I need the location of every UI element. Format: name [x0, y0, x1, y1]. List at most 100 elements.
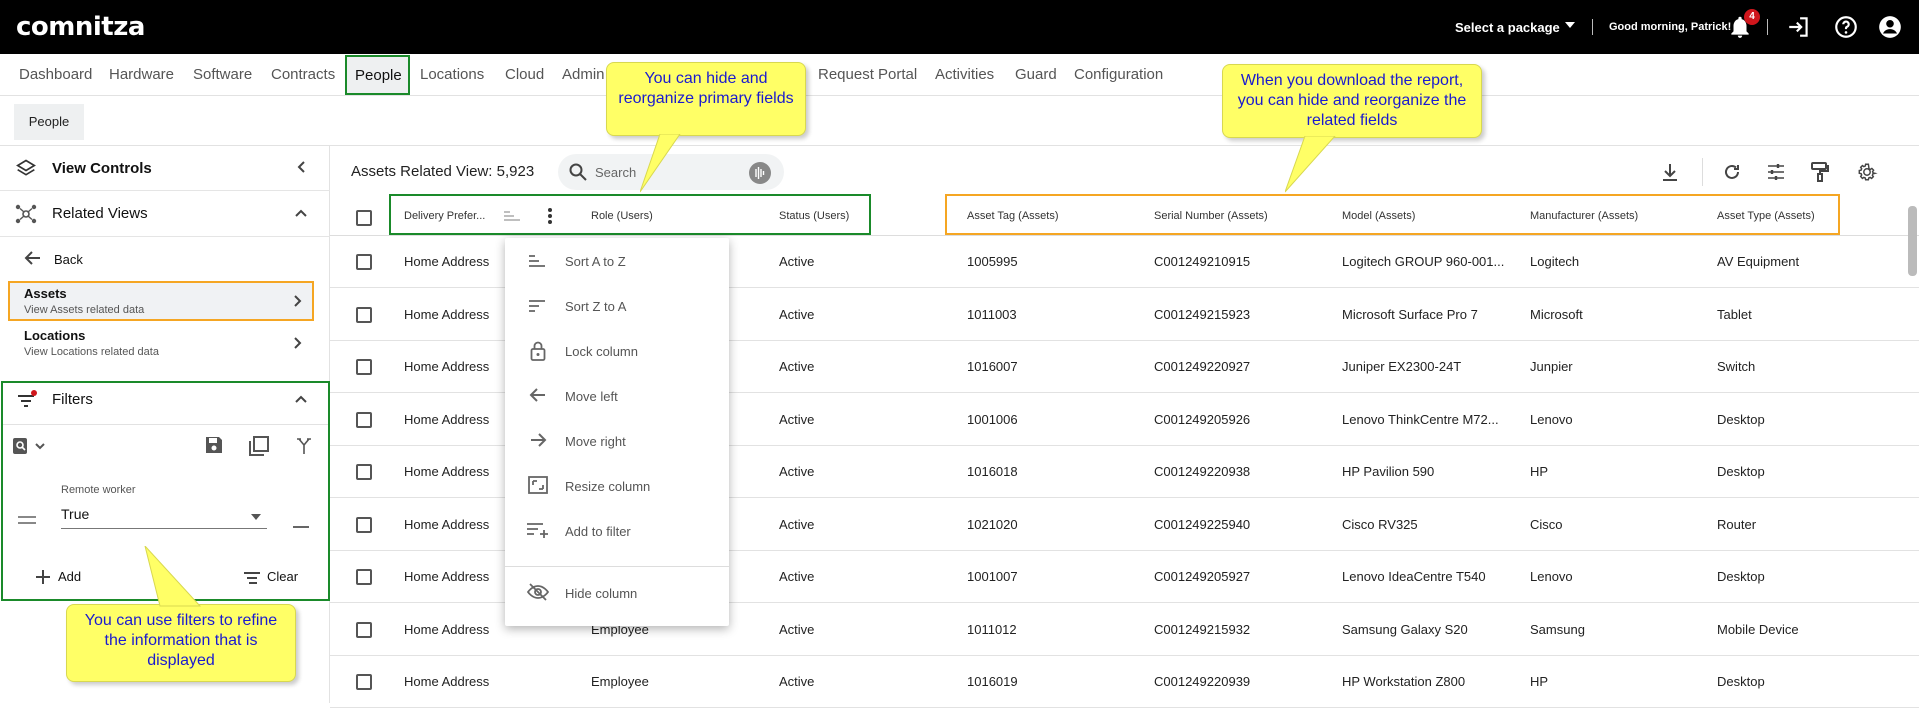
- column-header-role[interactable]: Role (Users): [591, 210, 653, 222]
- sort-icon[interactable]: [504, 209, 520, 227]
- menu-item-sort-z-a[interactable]: Sort Z to A: [505, 286, 729, 331]
- menu-item-lock[interactable]: Lock column: [505, 331, 729, 376]
- package-selector[interactable]: Select a package: [1455, 20, 1560, 35]
- row-checkbox[interactable]: [356, 621, 372, 638]
- row-checkbox[interactable]: [356, 306, 372, 323]
- row-checkbox[interactable]: [356, 569, 372, 585]
- menu-label: Resize column: [565, 479, 651, 494]
- drag-handle-icon[interactable]: [18, 512, 36, 530]
- filter-field-select[interactable]: True: [61, 506, 89, 522]
- voice-search-icon[interactable]: [749, 162, 771, 184]
- collapse-left-icon[interactable]: [296, 160, 308, 177]
- row-checkbox[interactable]: [356, 674, 372, 690]
- cell-serial: C001249225940: [1154, 516, 1251, 532]
- nav-locations[interactable]: Locations: [420, 66, 484, 83]
- row-checkbox[interactable]: [356, 359, 372, 375]
- related-views-title: Related Views: [52, 205, 148, 222]
- saved-search-icon[interactable]: [12, 436, 52, 461]
- download-icon[interactable]: [1660, 162, 1680, 187]
- copy-icon[interactable]: [248, 435, 270, 462]
- fork-icon[interactable]: [296, 435, 312, 460]
- sort-desc-icon: [527, 296, 549, 318]
- app-logo[interactable]: comnitza: [16, 12, 145, 42]
- cell-model: Cisco RV325: [1342, 516, 1418, 532]
- row-checkbox[interactable]: [356, 254, 372, 270]
- cell-manufacturer: HP: [1530, 464, 1549, 479]
- menu-item-resize[interactable]: Resize column: [505, 466, 729, 511]
- notification-badge: 4: [1744, 9, 1760, 25]
- row-checkbox[interactable]: [356, 411, 372, 428]
- logout-icon[interactable]: [1786, 14, 1812, 40]
- help-icon[interactable]: [1833, 14, 1859, 40]
- cell-asset-type: Desktop: [1717, 674, 1765, 689]
- cell-serial: C001249205927: [1154, 569, 1251, 584]
- cell-status: Active: [779, 464, 815, 479]
- nav-configuration[interactable]: Configuration: [1074, 66, 1163, 83]
- nav-people-label: People: [355, 67, 402, 84]
- arrow-right-icon: [527, 431, 549, 453]
- chevron-right-icon[interactable]: [292, 336, 302, 353]
- arrow-left-icon[interactable]: [24, 250, 42, 271]
- chevron-down-icon[interactable]: [1565, 22, 1575, 28]
- filter-icon: [16, 390, 38, 415]
- cell-manufacturer: Cisco: [1530, 516, 1563, 532]
- menu-item-hide[interactable]: Hide column: [505, 573, 729, 618]
- tab-people[interactable]: People: [14, 104, 84, 140]
- nav-request-portal[interactable]: Request Portal: [818, 66, 917, 83]
- nav-admin[interactable]: Admin: [562, 66, 605, 83]
- select-all-checkbox[interactable]: [356, 210, 372, 226]
- cell-delivery: Home Address: [404, 306, 490, 322]
- plus-icon[interactable]: [36, 570, 50, 589]
- sub-nav: [0, 96, 1919, 146]
- nav-contracts[interactable]: Contracts: [271, 66, 335, 83]
- back-link[interactable]: Back: [54, 252, 83, 267]
- related-views-row[interactable]: [0, 191, 330, 237]
- clear-icon[interactable]: [244, 571, 260, 589]
- tune-icon[interactable]: [1766, 162, 1786, 187]
- row-checkbox[interactable]: [356, 464, 372, 480]
- nav-activities[interactable]: Activities: [935, 66, 994, 83]
- paint-roller-icon[interactable]: [1810, 161, 1830, 188]
- chevron-up-icon[interactable]: [294, 392, 308, 408]
- more-vert-icon[interactable]: [547, 207, 553, 230]
- table-row[interactable]: [330, 656, 1919, 708]
- column-header-status[interactable]: Status (Users): [779, 210, 849, 222]
- save-icon[interactable]: [204, 435, 224, 460]
- column-header-asset-type[interactable]: Asset Type (Assets): [1717, 210, 1815, 222]
- menu-item-add-filter[interactable]: Add to filter: [505, 511, 729, 556]
- dropdown-arrow-icon[interactable]: [251, 514, 261, 520]
- nav-cloud[interactable]: Cloud: [505, 66, 544, 83]
- chevron-right-icon[interactable]: [292, 294, 302, 311]
- column-header-manufacturer[interactable]: Manufacturer (Assets): [1530, 210, 1638, 222]
- view-controls-row[interactable]: [0, 146, 330, 191]
- clear-filter-button[interactable]: Clear: [267, 569, 298, 584]
- divider: [3, 424, 328, 425]
- scrollbar[interactable]: [1908, 206, 1917, 276]
- cell-delivery: Home Address: [404, 516, 490, 532]
- column-header-serial[interactable]: Serial Number (Assets): [1154, 210, 1268, 222]
- menu-item-sort-a-z[interactable]: Sort A to Z: [505, 241, 729, 286]
- cell-model: Lenovo ThinkCentre M72...: [1342, 411, 1499, 427]
- refresh-icon[interactable]: [1722, 162, 1742, 187]
- account-icon[interactable]: [1877, 14, 1903, 40]
- nav-people[interactable]: People: [345, 55, 410, 95]
- cell-manufacturer: Lenovo: [1530, 411, 1573, 427]
- locations-title[interactable]: Locations: [24, 328, 85, 343]
- gear-icon[interactable]: [1856, 161, 1878, 188]
- search-placeholder: Search: [595, 165, 637, 180]
- remove-icon[interactable]: [293, 516, 309, 534]
- column-header-asset-tag[interactable]: Asset Tag (Assets): [967, 210, 1059, 222]
- row-checkbox[interactable]: [356, 516, 372, 533]
- nav-hardware[interactable]: Hardware: [109, 66, 174, 83]
- chevron-up-icon[interactable]: [294, 206, 308, 222]
- nav-dashboard[interactable]: Dashboard: [19, 66, 92, 83]
- callout-related-fields: When you download the report, you can hi…: [1222, 64, 1482, 138]
- add-filter-button[interactable]: Add: [58, 569, 81, 584]
- filters-title: Filters: [52, 391, 93, 408]
- column-header-delivery[interactable]: Delivery Prefer...: [404, 210, 485, 222]
- menu-item-move-left[interactable]: Move left: [505, 376, 729, 421]
- column-header-model[interactable]: Model (Assets): [1342, 210, 1415, 222]
- nav-software[interactable]: Software: [193, 66, 252, 83]
- nav-guard[interactable]: Guard: [1015, 66, 1057, 83]
- menu-item-move-right[interactable]: Move right: [505, 421, 729, 466]
